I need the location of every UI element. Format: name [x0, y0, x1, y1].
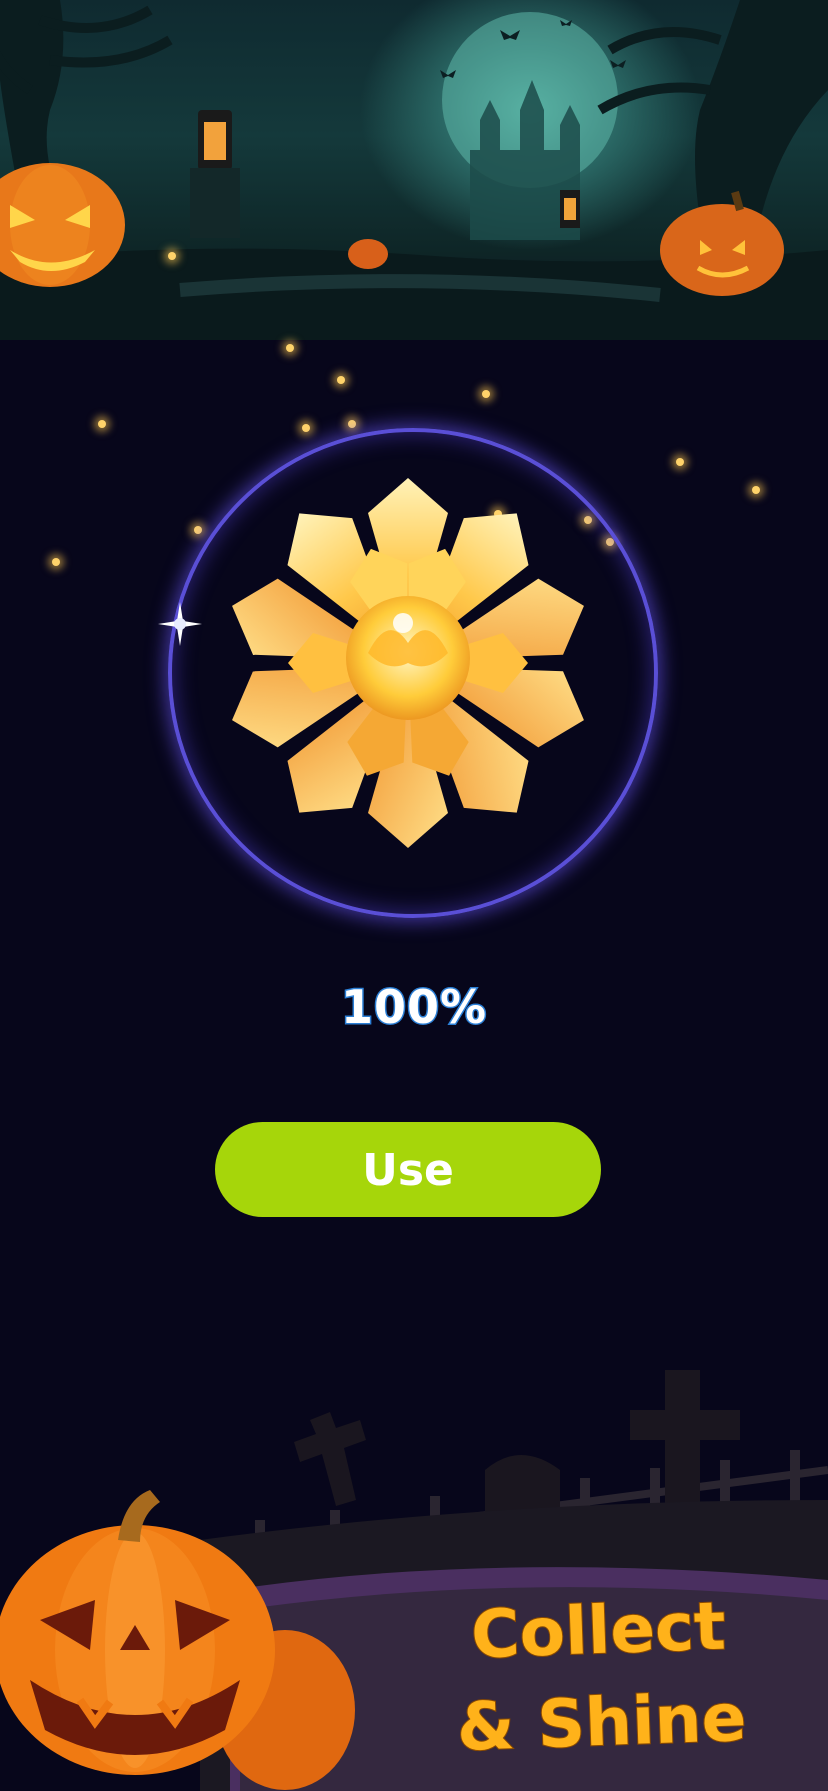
- sparkle-icon: [158, 602, 202, 646]
- promo-slogan: Collect & Shine: [427, 1579, 773, 1775]
- use-button[interactable]: Use: [215, 1122, 601, 1217]
- haunted-forest-illustration: [0, 0, 828, 340]
- collect-screen: 100% Use Collect & Shine: [0, 0, 828, 1791]
- item-display-ring: [158, 428, 658, 918]
- firefly-glow: [482, 390, 490, 398]
- slogan-line-1: Collect: [469, 1587, 728, 1675]
- firefly-glow: [98, 420, 106, 428]
- firefly-glow: [752, 486, 760, 494]
- firefly-glow: [52, 558, 60, 566]
- slogan-line-2: & Shine: [455, 1678, 749, 1767]
- firefly-glow: [348, 420, 356, 428]
- haunted-forest-banner: [0, 0, 828, 340]
- golden-lotus-flower-icon: [232, 478, 584, 848]
- firefly-glow: [676, 458, 684, 466]
- firefly-glow: [286, 344, 294, 352]
- firefly-glow: [168, 252, 176, 260]
- progress-percent: 100%: [339, 979, 488, 1036]
- firefly-glow: [337, 376, 345, 384]
